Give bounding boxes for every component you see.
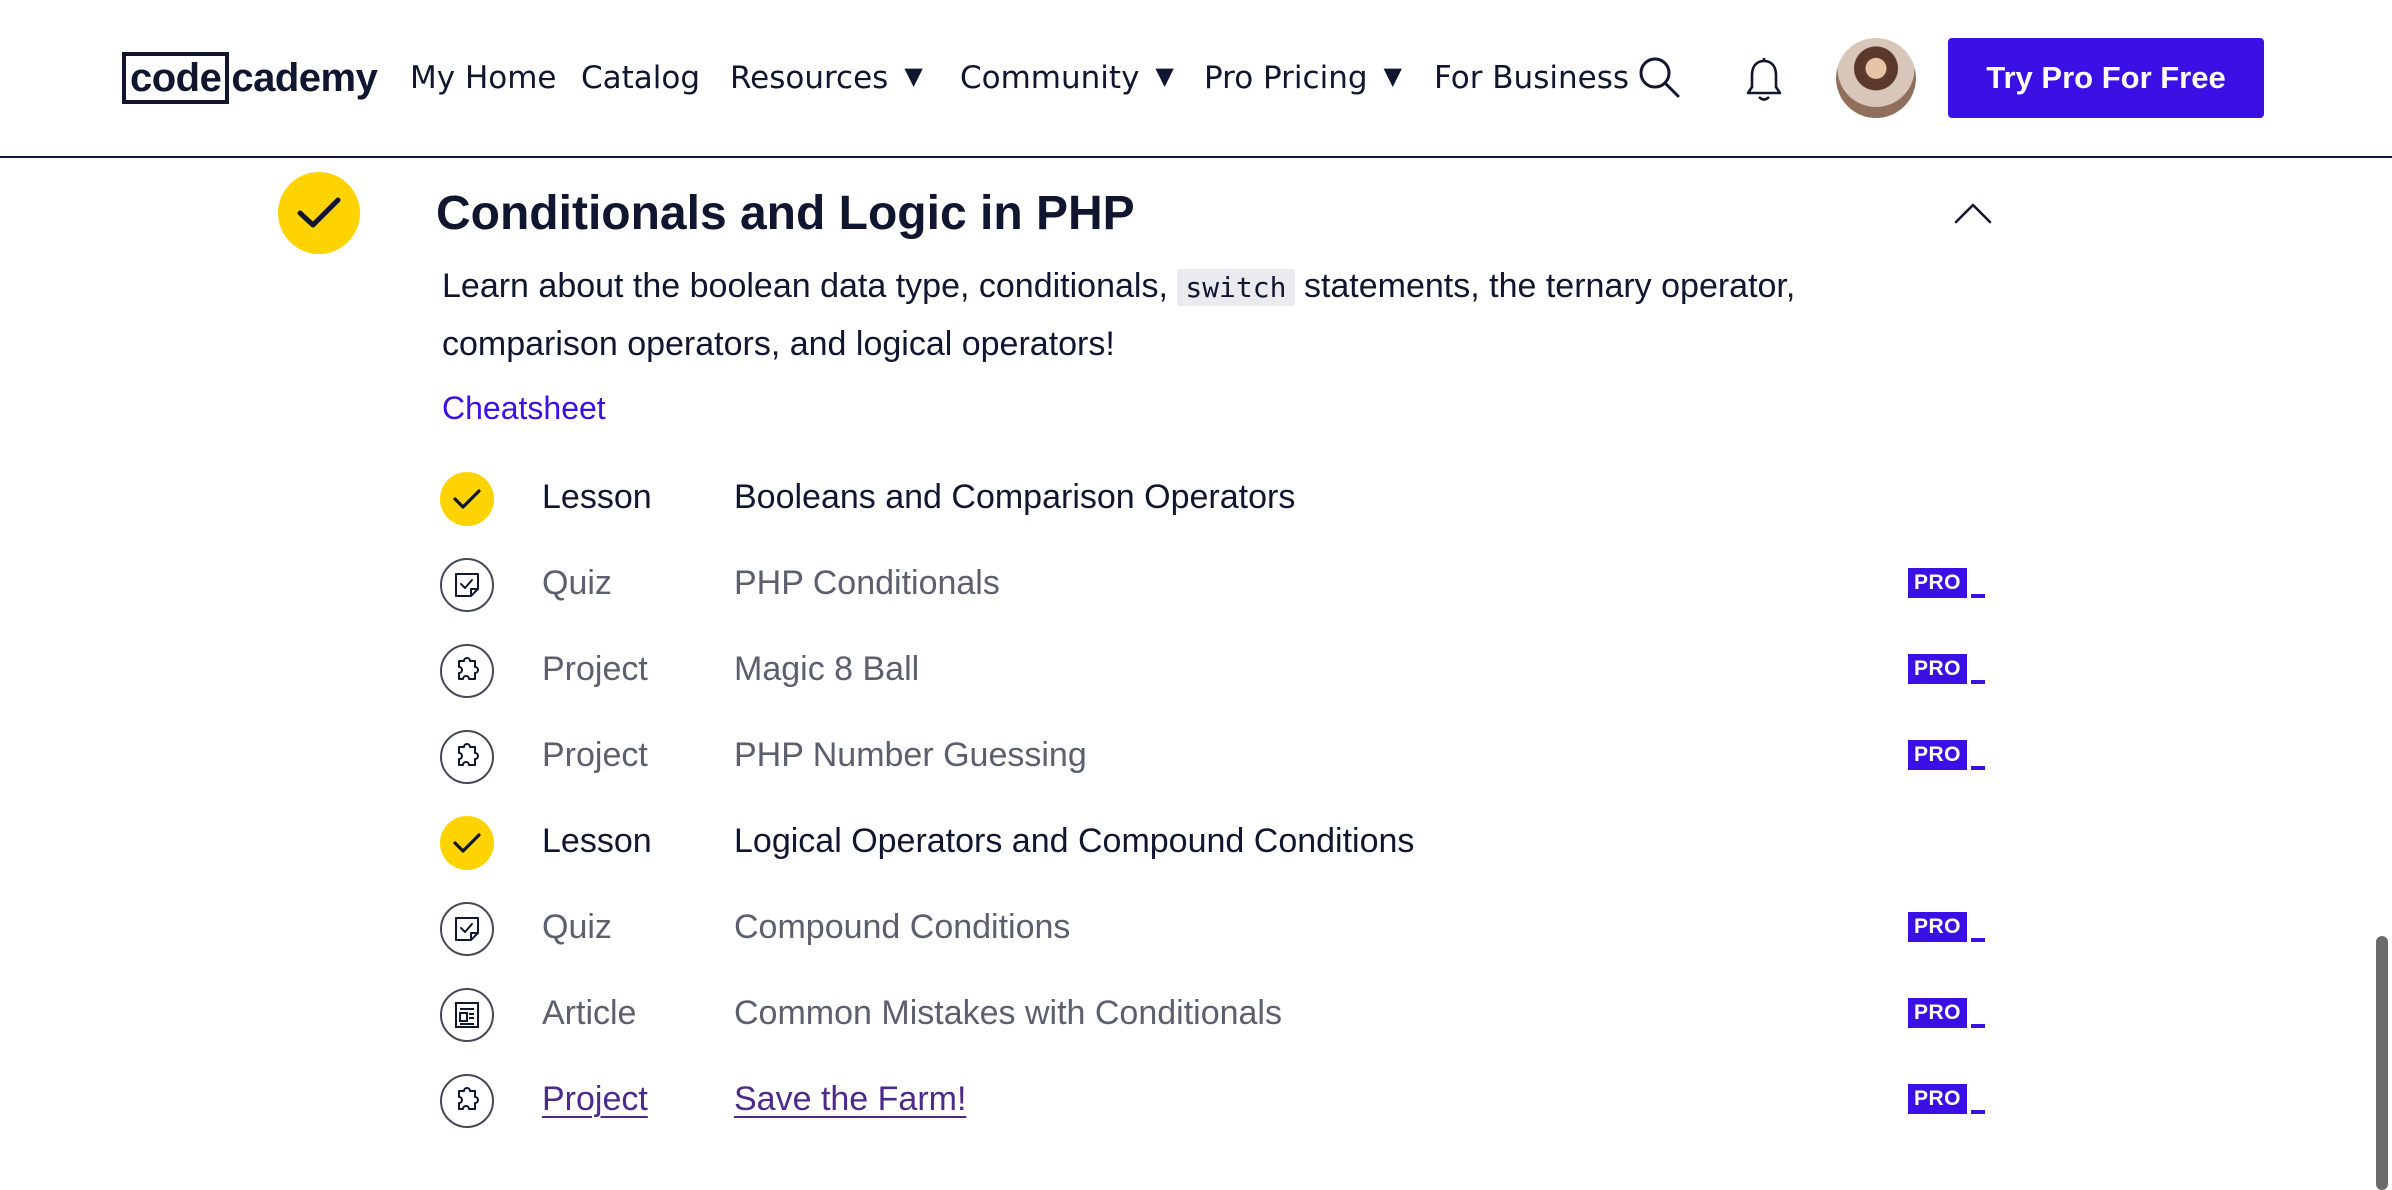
logo-text: cademy bbox=[231, 55, 378, 100]
pro-cursor-mark bbox=[1971, 766, 1986, 770]
pro-badge: PRO bbox=[1908, 908, 1986, 942]
top-navigation-bar: code cademy My Home Catalog Resources ▼ C… bbox=[0, 0, 2392, 158]
module-item-row[interactable]: Project Magic 8 Ball PRO bbox=[440, 640, 2000, 700]
item-type: Lesson bbox=[542, 478, 652, 516]
pro-badge: PRO bbox=[1908, 736, 1986, 770]
puzzle-icon bbox=[440, 730, 494, 784]
check-icon bbox=[440, 472, 494, 526]
pro-cursor-mark bbox=[1971, 1024, 1986, 1028]
bell-icon[interactable] bbox=[1742, 56, 1786, 104]
module-description: Learn about the boolean data type, condi… bbox=[442, 258, 1882, 372]
nav-my-home-label: My Home bbox=[410, 60, 557, 96]
pro-badge: PRO bbox=[1908, 564, 1986, 598]
nav-catalog-label: Catalog bbox=[581, 60, 701, 96]
item-title[interactable]: Save the Farm! bbox=[734, 1080, 966, 1119]
puzzle-icon bbox=[440, 1074, 494, 1128]
caret-down-icon: ▼ bbox=[1383, 62, 1402, 90]
nav-pro-pricing-label: Pro Pricing bbox=[1204, 60, 1368, 96]
inline-code: switch bbox=[1177, 269, 1295, 306]
item-type: Project bbox=[542, 1080, 648, 1118]
pro-badge-label: PRO bbox=[1908, 912, 1968, 942]
module-item-row[interactable]: Lesson Booleans and Comparison Operators bbox=[440, 468, 2000, 528]
item-type: Project bbox=[542, 650, 648, 688]
pro-badge: PRO bbox=[1908, 1080, 1986, 1114]
check-icon bbox=[440, 816, 494, 870]
nav-community[interactable]: Community ▼ bbox=[960, 52, 1174, 104]
nav-resources[interactable]: Resources ▼ bbox=[730, 52, 923, 104]
logo-code-box: code bbox=[122, 52, 230, 104]
module-item-row[interactable]: Lesson Logical Operators and Compound Con… bbox=[440, 812, 2000, 872]
module-complete-check-icon bbox=[278, 172, 360, 254]
pro-cursor-mark bbox=[1971, 594, 1986, 598]
scrollbar-thumb[interactable] bbox=[2376, 936, 2388, 1190]
pro-badge-label: PRO bbox=[1908, 654, 1968, 684]
nav-for-business[interactable]: For Business bbox=[1434, 52, 1629, 104]
codecademy-logo[interactable]: code cademy bbox=[122, 52, 378, 104]
pro-cursor-mark bbox=[1971, 938, 1986, 942]
nav-my-home[interactable]: My Home bbox=[410, 52, 557, 104]
item-type: Project bbox=[542, 736, 648, 774]
module-item-row[interactable]: Quiz PHP Conditionals PRO bbox=[440, 554, 2000, 614]
item-type: Article bbox=[542, 994, 637, 1032]
module-item-row[interactable]: Quiz Compound Conditions PRO bbox=[440, 898, 2000, 958]
nav-catalog[interactable]: Catalog bbox=[581, 52, 700, 104]
puzzle-icon bbox=[440, 644, 494, 698]
item-type: Quiz bbox=[542, 908, 612, 946]
module-item-row[interactable]: Project PHP Number Guessing PRO bbox=[440, 726, 2000, 786]
chevron-up-icon[interactable] bbox=[1950, 196, 1996, 232]
nav-pro-pricing[interactable]: Pro Pricing ▼ bbox=[1204, 52, 1402, 104]
pro-badge: PRO bbox=[1908, 650, 1986, 684]
quiz-icon bbox=[440, 902, 494, 956]
pro-badge-label: PRO bbox=[1908, 740, 1968, 770]
module-title: Conditionals and Logic in PHP bbox=[436, 187, 1135, 240]
item-title[interactable]: Logical Operators and Compound Condition… bbox=[734, 822, 1414, 861]
cheatsheet-link[interactable]: Cheatsheet bbox=[442, 390, 606, 427]
avatar[interactable] bbox=[1836, 38, 1916, 118]
item-title[interactable]: Booleans and Comparison Operators bbox=[734, 478, 1295, 517]
item-title[interactable]: Common Mistakes with Conditionals bbox=[734, 994, 1282, 1033]
pro-cursor-mark bbox=[1971, 1110, 1986, 1114]
pro-badge-label: PRO bbox=[1908, 1084, 1968, 1114]
pro-cursor-mark bbox=[1971, 680, 1986, 684]
item-type: Quiz bbox=[542, 564, 612, 602]
item-title[interactable]: Compound Conditions bbox=[734, 908, 1070, 947]
pro-badge-label: PRO bbox=[1908, 998, 1968, 1028]
nav-resources-label: Resources bbox=[730, 60, 889, 96]
article-icon bbox=[440, 988, 494, 1042]
pro-badge-label: PRO bbox=[1908, 568, 1968, 598]
description-text-1: Learn about the boolean data type, condi… bbox=[442, 267, 1168, 305]
module-item-row[interactable]: Project Save the Farm! PRO bbox=[440, 1070, 2000, 1130]
item-title[interactable]: PHP Conditionals bbox=[734, 564, 1000, 603]
quiz-icon bbox=[440, 558, 494, 612]
item-title[interactable]: PHP Number Guessing bbox=[734, 736, 1087, 775]
item-type: Lesson bbox=[542, 822, 652, 860]
try-pro-button[interactable]: Try Pro For Free bbox=[1948, 38, 2264, 118]
module-item-row[interactable]: Article Common Mistakes with Conditionals… bbox=[440, 984, 2000, 1044]
item-title[interactable]: Magic 8 Ball bbox=[734, 650, 919, 689]
pro-badge: PRO bbox=[1908, 994, 1986, 1028]
caret-down-icon: ▼ bbox=[904, 62, 923, 90]
search-icon[interactable] bbox=[1636, 54, 1682, 100]
nav-for-business-label: For Business bbox=[1434, 60, 1629, 96]
caret-down-icon: ▼ bbox=[1155, 62, 1174, 90]
nav-community-label: Community bbox=[960, 60, 1140, 96]
